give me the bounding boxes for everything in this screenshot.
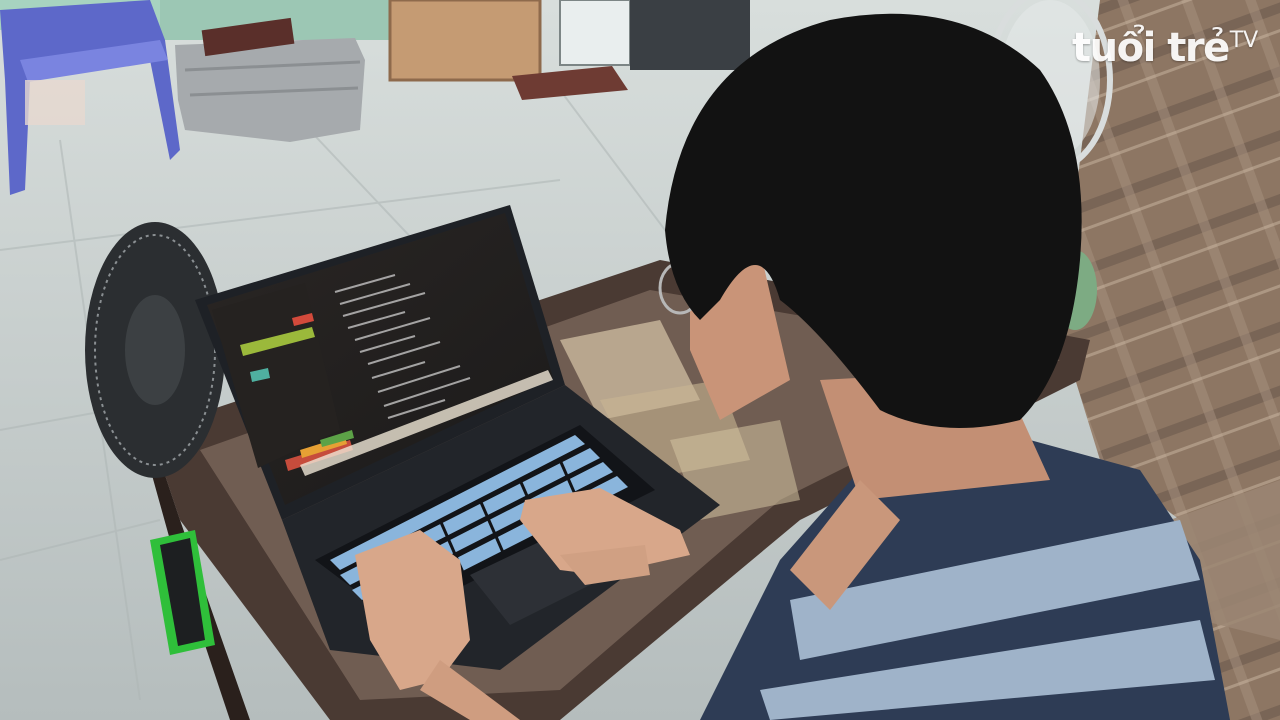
cardboard-box (388, 0, 542, 82)
photo-scene (0, 0, 1280, 720)
door-frame (559, 0, 631, 66)
